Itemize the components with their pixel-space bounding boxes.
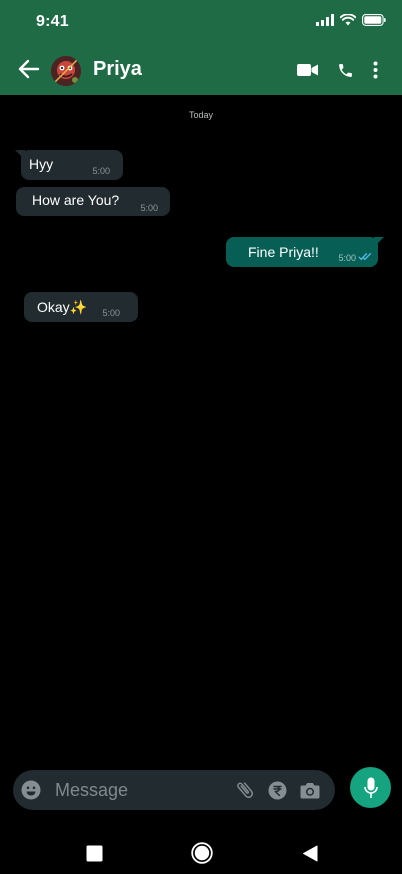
message-input-bar[interactable]: Message xyxy=(13,770,335,810)
camera-icon xyxy=(300,782,320,798)
message-bubble-incoming[interactable]: Okay✨ 5:00 xyxy=(24,292,138,322)
system-nav-bar xyxy=(0,828,402,874)
message-bubble-incoming[interactable]: Hyy 5:00 xyxy=(15,150,123,180)
battery-icon xyxy=(362,14,386,26)
camera-button[interactable] xyxy=(299,780,321,800)
bubble-tail xyxy=(374,237,384,247)
avatar[interactable] xyxy=(51,56,81,86)
mic-button[interactable] xyxy=(350,767,391,808)
message-time: 5:00 xyxy=(338,253,356,263)
signal-icon xyxy=(316,14,334,26)
home-circle-icon xyxy=(191,842,213,864)
wifi-icon xyxy=(340,14,356,26)
attach-icon xyxy=(237,782,253,798)
message-bubble-outgoing[interactable]: Fine Priya!! 5:00 xyxy=(226,237,384,267)
bubble-tail xyxy=(15,150,25,160)
message-text: How are You? xyxy=(32,192,120,208)
video-call-icon xyxy=(296,64,318,76)
emoji-button[interactable] xyxy=(21,780,41,800)
contact-name[interactable]: Priya xyxy=(93,58,142,81)
message-time: 5:00 xyxy=(140,203,158,213)
recents-button[interactable] xyxy=(84,843,104,863)
recents-square-icon xyxy=(86,845,102,861)
message-time: 5:00 xyxy=(102,308,120,318)
message-text: Hyy xyxy=(29,156,54,172)
message-text: Fine Priya!! xyxy=(248,244,319,260)
message-bubble-incoming[interactable]: How are You? 5:00 xyxy=(16,187,170,216)
video-call-button[interactable] xyxy=(295,58,319,82)
status-time: 9:41 xyxy=(36,13,69,30)
message-text: Okay✨ xyxy=(37,299,88,315)
back-arrow-icon xyxy=(18,59,40,79)
payment-button[interactable] xyxy=(267,780,287,800)
attach-button[interactable] xyxy=(233,779,257,801)
message-input[interactable]: Message xyxy=(55,780,128,801)
more-options-button[interactable] xyxy=(365,58,385,82)
date-label: Today xyxy=(188,110,214,120)
voice-call-button[interactable] xyxy=(333,58,357,82)
status-icons xyxy=(316,14,386,26)
phone-call-icon xyxy=(338,63,352,77)
message-time: 5:00 xyxy=(92,166,110,176)
back-button[interactable] xyxy=(14,55,44,83)
back-triangle-icon xyxy=(303,845,318,861)
more-options-icon xyxy=(373,61,377,79)
home-button[interactable] xyxy=(189,840,215,866)
read-receipt-icon xyxy=(358,252,372,261)
emoji-icon xyxy=(21,780,41,800)
system-back-button[interactable] xyxy=(300,843,320,863)
mic-icon xyxy=(363,777,378,798)
chat-header: 9:41 Priya xyxy=(0,0,402,95)
rupee-payment-icon xyxy=(268,781,286,799)
